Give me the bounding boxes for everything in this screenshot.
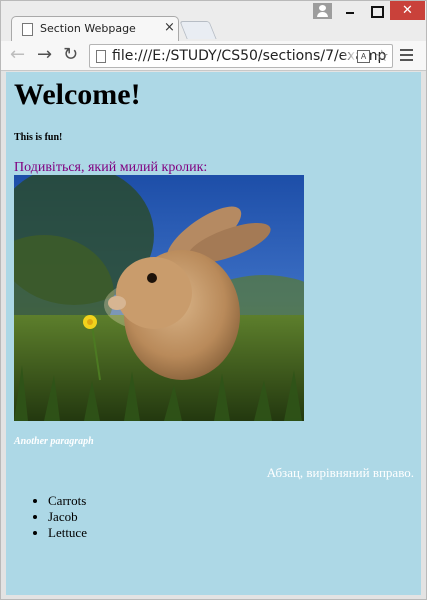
reload-icon[interactable]: ↻ <box>63 45 78 65</box>
bunny-image <box>14 175 304 421</box>
list-item: Jacob <box>48 509 414 525</box>
profile-icon[interactable] <box>313 3 332 19</box>
browser-toolbar: ← → ↻ file:///E:/STUDY/CS50/sections/7/e… <box>1 41 426 71</box>
hamburger-menu-icon[interactable] <box>400 49 413 62</box>
maximize-button[interactable] <box>363 1 389 20</box>
browser-window: Section Webpage × ✕ ← → ↻ file:///E:/STU… <box>0 0 427 600</box>
page-icon <box>22 23 33 36</box>
page-title: Welcome! <box>14 78 141 111</box>
item-list: Carrots Jacob Lettuce <box>14 493 414 541</box>
list-item: Carrots <box>48 493 414 509</box>
minimize-button[interactable] <box>337 1 363 20</box>
back-arrow-icon[interactable]: ← <box>10 45 25 65</box>
list-item: Lettuce <box>48 525 414 541</box>
close-window-button[interactable]: ✕ <box>390 1 425 20</box>
title-bar: Section Webpage × ✕ <box>1 1 426 42</box>
new-tab-button[interactable] <box>179 21 217 39</box>
translate-icon[interactable]: A <box>357 50 370 63</box>
right-aligned-paragraph: Абзац, вирівняний вправо. <box>266 465 414 480</box>
page-subheading: This is fun! <box>14 132 63 143</box>
tab-close-icon[interactable]: × <box>164 20 175 35</box>
bunny-caption: Подивіться, який милий кролик: <box>14 160 208 175</box>
tab-title: Section Webpage <box>40 22 136 35</box>
star-icon[interactable]: ☆ <box>375 46 389 65</box>
page-content: Welcome! This is fun! Подивіться, який м… <box>14 72 414 541</box>
url-fade <box>342 45 356 67</box>
address-bar[interactable]: file:///E:/STUDY/CS50/sections/7/examp A… <box>89 44 393 68</box>
another-paragraph: Another paragraph <box>14 436 94 447</box>
page-icon <box>96 50 106 63</box>
page-viewport: Welcome! This is fun! Подивіться, який м… <box>6 72 421 595</box>
tab-section-webpage[interactable]: Section Webpage × <box>11 16 179 42</box>
forward-arrow-icon[interactable]: → <box>37 45 52 65</box>
